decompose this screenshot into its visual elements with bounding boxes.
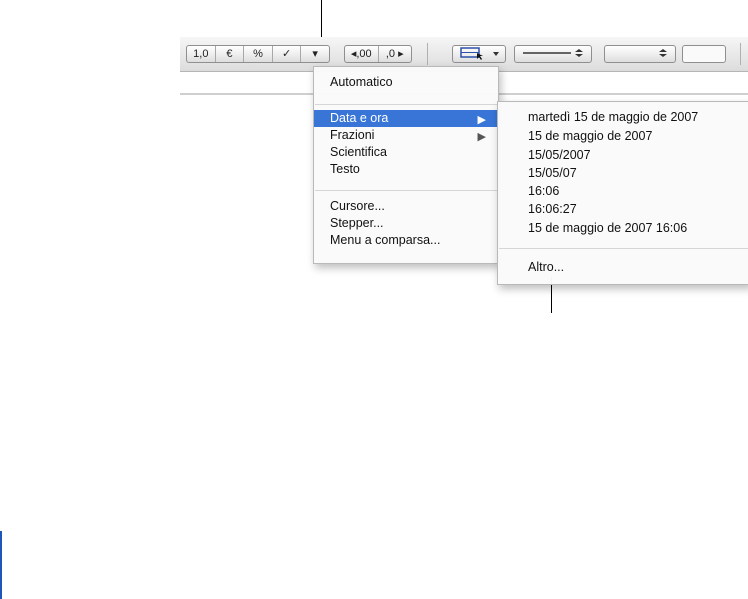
- toolbar-separator: [427, 43, 428, 65]
- menu-item-testo[interactable]: Testo: [314, 161, 498, 178]
- cell-border-popup-button[interactable]: [452, 45, 506, 63]
- line-width-popup-button[interactable]: [604, 45, 676, 63]
- number-format-button[interactable]: 1,0: [187, 46, 216, 62]
- menu-separator: [315, 104, 497, 105]
- page-accent-bar: [0, 531, 2, 599]
- menu-item-scientifica[interactable]: Scientifica: [314, 144, 498, 161]
- line-style-popup-button[interactable]: [514, 45, 592, 63]
- decimal-segmented-control: ◂,00 ,0 ▸: [344, 45, 412, 63]
- menu-item-data-e-ora[interactable]: Data e ora ▶: [314, 110, 498, 127]
- line-style-icon: [523, 49, 583, 57]
- menu-separator: [315, 190, 497, 191]
- checkbox-format-button[interactable]: ✓: [273, 46, 302, 62]
- menu-item-label: Frazioni: [330, 128, 375, 142]
- toolbar-separator: [740, 43, 741, 65]
- number-format-segmented-control: 1,0 € % ✓ ▾: [186, 45, 330, 63]
- cell-border-icon: [460, 47, 499, 60]
- date-format-short[interactable]: 15/05/07: [498, 165, 748, 182]
- percent-format-button[interactable]: %: [244, 46, 273, 62]
- menu-item-menu-a-comparsa[interactable]: Menu a comparsa...: [314, 232, 498, 249]
- date-format-short-full-year[interactable]: 15/05/2007: [498, 147, 748, 164]
- date-time-format[interactable]: 15 de maggio de 2007 16:06: [498, 220, 748, 237]
- date-time-submenu: martedì 15 de maggio de 2007 15 de maggi…: [497, 101, 748, 285]
- date-format-long[interactable]: martedì 15 de maggio de 2007: [498, 109, 748, 126]
- time-format-with-seconds[interactable]: 16:06:27: [498, 201, 748, 218]
- popup-arrows-icon: [659, 49, 667, 57]
- more-formats-dropdown-button[interactable]: ▾: [301, 46, 329, 62]
- decrease-decimals-button[interactable]: ,0 ▸: [379, 46, 412, 62]
- menu-item-frazioni[interactable]: Frazioni ▶: [314, 127, 498, 144]
- menu-item-label: Data e ora: [330, 111, 389, 125]
- menu-item-altro[interactable]: Altro...: [498, 259, 748, 276]
- increase-decimals-button[interactable]: ◂,00: [345, 46, 379, 62]
- menu-separator: [499, 248, 748, 249]
- menu-item-stepper[interactable]: Stepper...: [314, 215, 498, 232]
- date-format-medium[interactable]: 15 de maggio de 2007: [498, 128, 748, 145]
- currency-format-button[interactable]: €: [216, 46, 245, 62]
- menu-item-cursore[interactable]: Cursore...: [314, 198, 498, 215]
- format-menu: Automatico Data e ora ▶ Frazioni ▶ Scien…: [313, 66, 499, 264]
- time-format-hours-minutes[interactable]: 16:06: [498, 183, 748, 200]
- menu-item-automatico[interactable]: Automatico: [314, 74, 498, 91]
- color-well[interactable]: [682, 45, 726, 63]
